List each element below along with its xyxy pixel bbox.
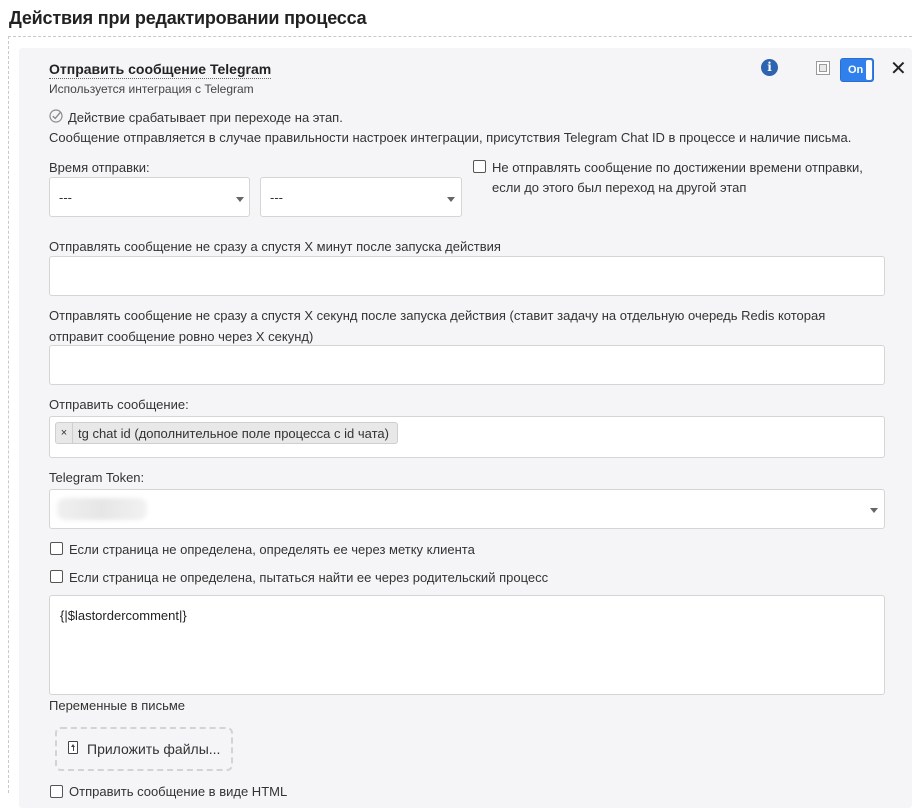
divider [8, 36, 9, 793]
card-subtitle: Используется интеграция с Telegram [49, 82, 254, 96]
close-icon[interactable]: ✕ [890, 58, 907, 78]
card-title: Отправить сообщение Telegram [49, 61, 272, 79]
description: Сообщение отправляется в случае правильн… [49, 130, 852, 145]
send-as-html-label: Отправить сообщение в виде HTML [69, 784, 288, 799]
send-time-select-2[interactable]: --- [260, 177, 462, 217]
skip-if-moved-label: Не отправлять сообщение по достижении вр… [492, 160, 863, 175]
check-circle-icon [49, 109, 63, 123]
delay-seconds-label: Отправлять сообщение не сразу а спустя X… [49, 308, 826, 323]
send-to-label: Отправить сообщение: [49, 397, 189, 412]
skip-if-moved-checkbox[interactable] [473, 160, 486, 173]
variables-link[interactable]: Переменные в письме [49, 698, 185, 713]
toggle-label: On [848, 64, 864, 76]
attach-files-label: Приложить файлы... [87, 741, 221, 757]
upload-icon [68, 741, 78, 754]
delay-seconds-label: отправит сообщение ровно через X секунд) [49, 329, 314, 344]
select-value: --- [59, 190, 72, 205]
chevron-down-icon [870, 508, 878, 513]
delay-minutes-label: Отправлять сообщение не сразу а спустя X… [49, 239, 501, 254]
enabled-toggle[interactable]: On [840, 58, 874, 82]
send-as-html-checkbox[interactable] [50, 785, 63, 798]
page-title: Действия при редактировании процесса [9, 8, 367, 28]
divider [8, 36, 912, 37]
detect-by-label-checkbox[interactable] [50, 542, 63, 555]
toggle-knob [866, 60, 872, 80]
select-value: --- [270, 190, 283, 205]
chevron-down-icon [236, 197, 244, 202]
token-label: Telegram Token: [49, 470, 145, 485]
info-icon[interactable]: i [761, 59, 778, 76]
token-value-redacted [57, 498, 147, 520]
trigger-note: Действие срабатывает при переходе на эта… [68, 110, 343, 125]
copy-icon[interactable] [816, 61, 830, 75]
message-text: {|$lastordercomment|} [60, 608, 187, 623]
detect-by-label-text: Если страница не определена, определять … [69, 542, 475, 557]
send-time-select-1[interactable]: --- [49, 177, 250, 217]
detect-by-parent-checkbox[interactable] [50, 570, 63, 583]
skip-if-moved-label: если до этого был переход на другой этап [492, 180, 747, 195]
send-time-label: Время отправки: [49, 160, 150, 175]
token-select[interactable] [49, 489, 885, 529]
chevron-down-icon [447, 197, 455, 202]
delay-minutes-input[interactable] [49, 256, 885, 296]
tag-text: tg chat id (дополнительное поле процесса… [78, 426, 389, 441]
delay-seconds-input[interactable] [49, 345, 885, 385]
detect-by-parent-text: Если страница не определена, пытаться на… [69, 570, 549, 585]
tag-remove-icon[interactable]: × [56, 423, 73, 443]
recipient-tag: × tg chat id (дополнительное поле процес… [55, 422, 398, 444]
